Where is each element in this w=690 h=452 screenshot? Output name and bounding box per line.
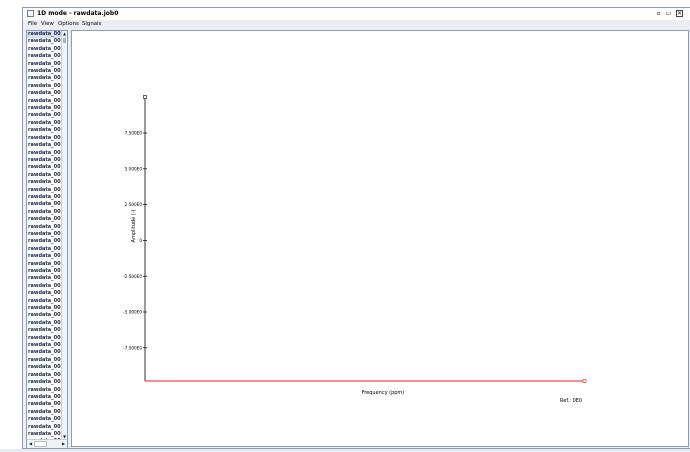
y-tick-label: 0	[139, 238, 142, 243]
horizontal-scrollbar[interactable]: ◀ ▶	[27, 439, 67, 448]
list-item[interactable]: rawdata_0018	[27, 164, 62, 171]
list-item[interactable]: rawdata_0015	[27, 142, 62, 149]
list-item[interactable]: rawdata_0009	[27, 98, 62, 105]
list-item[interactable]: rawdata_0012	[27, 120, 62, 127]
list-item[interactable]: rawdata_0005	[27, 68, 62, 75]
list-item[interactable]: rawdata_0016	[27, 150, 62, 157]
list-item[interactable]: rawdata_0043	[27, 349, 62, 356]
horizontal-scroll-thumb[interactable]	[34, 441, 47, 447]
y-axis-top-marker	[143, 95, 147, 99]
list-item[interactable]: rawdata_0051	[27, 409, 62, 416]
maximize-button[interactable]: ▭	[665, 10, 672, 17]
list-item[interactable]: rawdata_0040	[27, 327, 62, 334]
list-item[interactable]: rawdata_0037	[27, 305, 62, 312]
list-item[interactable]: rawdata_0031	[27, 261, 62, 268]
x-axis-label: Frequency (ppm)	[362, 390, 405, 396]
list-item[interactable]: rawdata_0035	[27, 290, 62, 297]
list-item[interactable]: rawdata_0000	[27, 31, 62, 39]
list-item[interactable]: rawdata_0020	[27, 179, 62, 186]
y-tick-label: 2.500E0	[125, 202, 143, 207]
list-item[interactable]: rawdata_0021	[27, 187, 62, 194]
y-axis-label: Amplitude (-)	[131, 209, 137, 242]
menu-bar: File View Options Signals	[23, 20, 690, 29]
list-item[interactable]: rawdata_0027	[27, 231, 62, 238]
main-window: 1D mode - rawdata.job0 ▫ ▭ ✕ File View O…	[22, 7, 690, 449]
list-item[interactable]: rawdata_0050	[27, 401, 62, 408]
list-item[interactable]: rawdata_0052	[27, 416, 62, 423]
signal-end-marker	[582, 379, 587, 383]
list-item[interactable]: rawdata_0044	[27, 357, 62, 364]
list-item[interactable]: rawdata_0034	[27, 283, 62, 290]
window-title: 1D mode - rawdata.job0	[37, 10, 119, 17]
list-item[interactable]: rawdata_0019	[27, 172, 62, 179]
y-tick-label: 7.500E0	[125, 131, 143, 136]
list-item[interactable]: rawdata_0003	[27, 53, 62, 60]
list-item[interactable]: rawdata_0047	[27, 379, 62, 386]
reference-label: Ref.: 0E0	[560, 398, 582, 404]
list-item[interactable]: rawdata_0042	[27, 342, 62, 349]
list-item[interactable]: rawdata_0006	[27, 75, 62, 82]
arrow-up-icon[interactable]: ▲	[62, 31, 67, 37]
list-item[interactable]: rawdata_0036	[27, 298, 62, 305]
list-item[interactable]: rawdata_0004	[27, 61, 62, 68]
list-item[interactable]: rawdata_0001	[27, 38, 62, 45]
list-item[interactable]: rawdata_0008	[27, 90, 62, 97]
list-item[interactable]: rawdata_0017	[27, 157, 62, 164]
list-item[interactable]: rawdata_0002	[27, 46, 62, 53]
list-item[interactable]: rawdata_0054	[27, 431, 62, 438]
list-item[interactable]: rawdata_0010	[27, 105, 62, 112]
close-button[interactable]: ✕	[676, 10, 683, 17]
signal-list: rawdata_0000rawdata_0001rawdata_0002rawd…	[27, 31, 62, 446]
y-tick-label: -5.000E0	[123, 310, 142, 315]
menu-signals[interactable]: Signals	[82, 20, 101, 29]
y-tick-label: 5.000E0	[125, 166, 143, 171]
list-item[interactable]: rawdata_0025	[27, 216, 62, 223]
list-item[interactable]: rawdata_0030	[27, 253, 62, 260]
restore-button[interactable]: ▫	[655, 10, 662, 17]
list-item[interactable]: rawdata_0053	[27, 424, 62, 431]
list-item[interactable]: rawdata_0029	[27, 246, 62, 253]
list-item[interactable]: rawdata_0028	[27, 238, 62, 245]
arrow-left-icon[interactable]: ◀	[28, 441, 33, 447]
plot-canvas[interactable]: 7.500E0 5.000E0 2.500E0 0 -2.500E0 -5.000E0 -7…	[71, 30, 689, 447]
list-item[interactable]: rawdata_0041	[27, 335, 62, 342]
list-item[interactable]: rawdata_0039	[27, 320, 62, 327]
list-item[interactable]: rawdata_0013	[27, 127, 62, 134]
list-item[interactable]: rawdata_0024	[27, 209, 62, 216]
window-icon	[27, 10, 34, 17]
list-item[interactable]: rawdata_0046	[27, 372, 62, 379]
list-item[interactable]: rawdata_0011	[27, 112, 62, 119]
scroll-thumb[interactable]	[63, 38, 66, 43]
menu-file[interactable]: File	[28, 20, 37, 29]
y-tick-label: -7.500E0	[123, 345, 142, 350]
list-item[interactable]: rawdata_0026	[27, 224, 62, 231]
signal-list-panel: rawdata_0000rawdata_0001rawdata_0002rawd…	[26, 30, 68, 449]
menu-options[interactable]: Options	[58, 20, 79, 29]
list-item[interactable]: rawdata_0023	[27, 201, 62, 208]
list-item[interactable]: rawdata_0049	[27, 394, 62, 401]
vertical-scrollbar[interactable]: ▲ ▼	[61, 31, 67, 440]
arrow-right-icon[interactable]: ▶	[61, 441, 66, 447]
list-item[interactable]: rawdata_0045	[27, 364, 62, 371]
list-item[interactable]: rawdata_0048	[27, 387, 62, 394]
y-tick-label: -2.500E0	[123, 274, 142, 279]
list-item[interactable]: rawdata_0038	[27, 312, 62, 319]
menu-view[interactable]: View	[41, 20, 54, 29]
list-item[interactable]: rawdata_0022	[27, 194, 62, 201]
list-item[interactable]: rawdata_0032	[27, 268, 62, 275]
list-item[interactable]: rawdata_0033	[27, 275, 62, 282]
list-item[interactable]: rawdata_0014	[27, 135, 62, 142]
list-item[interactable]: rawdata_0007	[27, 83, 62, 90]
